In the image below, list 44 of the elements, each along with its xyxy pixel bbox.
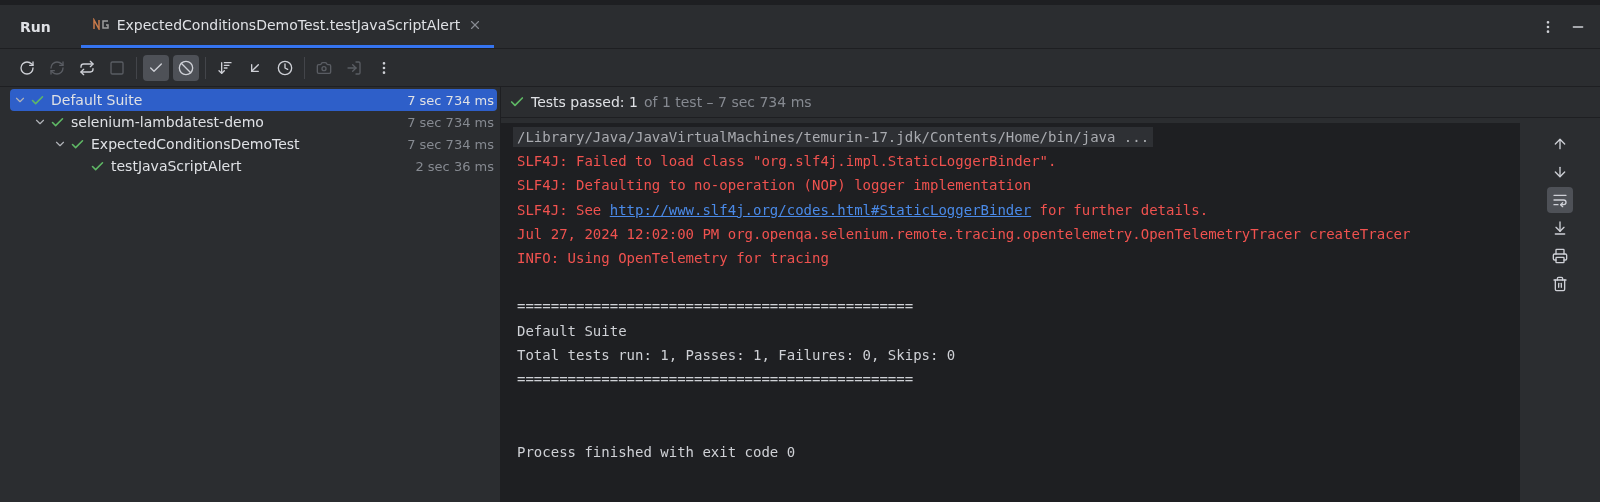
tree-row[interactable]: Default Suite 7 sec 734 ms	[10, 89, 497, 111]
console-line: Default Suite	[516, 321, 628, 341]
status-label: Tests passed: 1	[531, 94, 638, 110]
test-name: Default Suite	[51, 92, 144, 108]
repeat-icon	[79, 59, 95, 76]
print-icon	[1552, 248, 1568, 264]
test-name: testJavaScriptAlert	[111, 158, 243, 174]
console-line: Process finished with exit code 0	[516, 442, 797, 462]
test-name: ExpectedConditionsDemoTest	[91, 136, 301, 152]
console-line: INFO: Using OpenTelemetry for tracing	[516, 249, 830, 269]
test-duration: 7 sec 734 ms	[407, 114, 495, 130]
export-icon	[346, 59, 362, 76]
trash-icon	[1552, 276, 1568, 292]
console-line: SLF4J: Defaulting to no-operation (NOP) logger implementation	[516, 176, 1033, 196]
tree-row[interactable]: ExpectedConditionsDemoTest 7 sec 734 ms	[10, 133, 497, 155]
ban-icon	[178, 59, 194, 76]
console-line: Total tests run: 1, Passes: 1, Failures: 0, Skips: 0	[516, 345, 957, 365]
clock-icon	[277, 59, 293, 76]
rerun-icon	[49, 59, 65, 76]
tree-row[interactable]: testJavaScriptAlert 2 sec 36 ms	[10, 155, 497, 177]
scroll-end-icon	[1552, 220, 1568, 236]
console-line: SLF4J: Failed to load class "org.slf4j.impl.StaticLoggerBinder".	[516, 152, 1058, 172]
tree-row[interactable]: selenium-lambdatest-demo 7 sec 734 ms	[10, 111, 497, 133]
console-line: SLF4J: See http://www.slf4j.org/codes.html#StaticLoggerBinder for further details.	[516, 200, 1210, 220]
rerun-icon	[19, 59, 35, 76]
testng-icon	[92, 18, 109, 32]
check-button[interactable]	[143, 54, 169, 81]
console-link[interactable]: http://www.slf4j.org/codes.html#StaticLoggerBinder	[609, 201, 1032, 218]
test-name: selenium-lambdatest-demo	[71, 114, 265, 130]
sort-icon	[217, 59, 233, 76]
wrap-icon	[1552, 192, 1568, 208]
ban-button[interactable]	[173, 54, 199, 81]
console-line: ===============================================	[516, 297, 915, 317]
console-line: Jul 27, 2024 12:02:00 PM org.openqa.selenium.remote.tracing.opentelemetry.OpenTelemetryTracer createTracer	[516, 224, 1412, 244]
test-duration: 7 sec 734 ms	[407, 92, 495, 108]
stop-icon	[109, 59, 125, 76]
wrap-button[interactable]	[1547, 187, 1573, 213]
test-duration: 2 sec 36 ms	[415, 158, 495, 174]
test-duration: 7 sec 734 ms	[407, 136, 495, 152]
status-detail: of 1 test – 7 sec 734 ms	[643, 94, 812, 110]
panel-title: Run	[20, 17, 51, 37]
run-tab[interactable]: ExpectedConditionsDemoTest.testJavaScriptAlert	[80, 5, 495, 48]
console-line: ===============================================	[516, 369, 915, 389]
camera-icon	[316, 59, 332, 76]
